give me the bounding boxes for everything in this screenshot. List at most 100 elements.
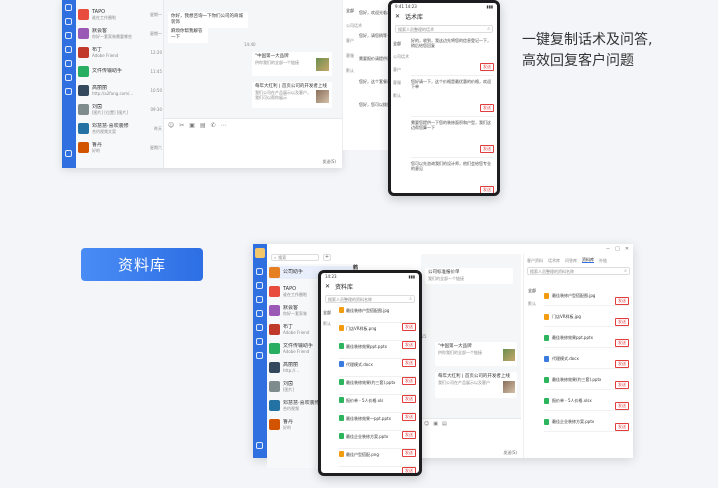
send-button[interactable]: 发送 <box>615 423 629 431</box>
send-button[interactable]: 发送 <box>615 297 629 305</box>
calendar-icon[interactable] <box>256 310 263 317</box>
link-card[interactable]: 每年大红利 | 首页公司的开发者上线 我们公司在产品展示以及客户，我们可以帮你展… <box>252 82 332 108</box>
resource-group[interactable]: 默认 <box>528 301 536 306</box>
send-button[interactable]: 发送 <box>402 413 416 421</box>
send-button[interactable]: 发送 <box>402 431 416 439</box>
link-card[interactable]: 每年大红利 | 首页公司的开发者上线 我们公司在产品展示以及客户 <box>435 372 517 398</box>
search-icon[interactable]: ⌕ <box>487 26 490 32</box>
send-button[interactable]: 发送 <box>402 377 416 385</box>
quick-reply-item[interactable]: 您好，欢迎光临本店，有什么可以帮您？ <box>359 10 391 15</box>
image-icon[interactable]: ▣ <box>189 122 195 129</box>
quick-reply-item[interactable]: 您好，这个套餐已经是最优惠的价格了 <box>359 79 391 84</box>
resource-tab[interactable]: 话术库 <box>548 258 560 263</box>
folder-icon[interactable] <box>256 324 263 331</box>
list-item[interactable]: 文件传输助手 11:45 <box>78 65 162 78</box>
more-icon[interactable]: ⋯ <box>221 122 227 129</box>
contacts-icon[interactable] <box>256 282 263 289</box>
search-icon[interactable]: ⌕ <box>624 268 627 274</box>
close-icon[interactable]: ✕ <box>625 246 629 252</box>
user-avatar[interactable] <box>255 248 265 258</box>
list-item[interactable]: 刘茵 [图片] [位置] [图片] 09:30 <box>78 103 162 116</box>
emoji-icon[interactable]: ☺ <box>424 421 429 427</box>
send-button[interactable]: 发送 <box>402 467 416 473</box>
send-button[interactable]: 发送 <box>615 339 629 347</box>
maximize-icon[interactable]: □ <box>615 246 620 252</box>
send-button[interactable]: 发送 <box>615 381 629 389</box>
phone-group-item[interactable]: 全部 <box>321 307 339 318</box>
send-button[interactable]: 发送 <box>615 360 629 368</box>
phone-group-item[interactable]: 客服 <box>391 76 411 89</box>
list-item[interactable]: 布丁 Adobe Friend 12:20 <box>78 46 162 59</box>
resource-tab[interactable]: 客户资料 <box>527 258 543 263</box>
search-icon[interactable]: ⌕ <box>409 296 412 302</box>
chat-icon[interactable] <box>65 4 72 11</box>
emoji-icon[interactable]: ☺ <box>168 122 174 129</box>
chat-message[interactable]: 公司标准报价单 我们的全部一个链接 <box>425 268 513 284</box>
send-button[interactable]: 发送(S) <box>503 450 517 455</box>
resource-file-row[interactable]: 门店VR样板.jpg 发送 <box>544 307 629 327</box>
scissors-icon[interactable]: ✂ <box>179 122 184 129</box>
close-icon[interactable]: ✕ <box>325 283 330 290</box>
phone-script-item[interactable]: 您好请一下，这个价格是最优惠的价格，欢迎下单 发送 <box>411 76 494 117</box>
phone-file-item[interactable]: 最佳装修户型搭配图.jpg 发送 <box>339 305 416 331</box>
resource-tab[interactable]: 问答库 <box>565 258 577 263</box>
search-input[interactable]: 搜索人员整理的话术 ⌕ <box>395 25 493 33</box>
menu-icon[interactable] <box>256 442 263 449</box>
resource-group[interactable]: 全部 <box>528 288 536 293</box>
calendar-icon[interactable] <box>65 46 72 53</box>
link-card[interactable]: "中国第一大品牌 供你我们的全部一个链接 <box>252 52 332 76</box>
send-button[interactable]: 发送 <box>615 318 629 326</box>
globe-icon[interactable] <box>256 338 263 345</box>
file-icon[interactable]: ▤ <box>442 421 447 427</box>
quick-reply-item[interactable]: 您好，您可以拨打我们的热线电话 <box>359 102 391 107</box>
phone-group-item[interactable]: 默认 <box>321 318 339 329</box>
list-item[interactable]: TAPO 谁在工作圈啦 星期一 <box>78 8 162 21</box>
send-button[interactable]: 发送 <box>480 186 494 193</box>
star-icon[interactable] <box>65 88 72 95</box>
resource-search-input[interactable]: 搜索人员整理的资料名称 ⌕ <box>527 267 630 275</box>
resource-tab[interactable]: 外链 <box>599 258 607 263</box>
phone-script-item[interactable]: 需要您提供一下您的装修面积和户型，我们这边帮您算一下 发送 <box>411 117 494 158</box>
image-icon[interactable]: ▣ <box>433 421 438 427</box>
phone-script-item[interactable]: 好的，收到，我这边先将您的信息登记一下，稍后给您回复 发送 <box>411 35 494 76</box>
close-icon[interactable]: ✕ <box>395 13 400 20</box>
phone-group-item[interactable]: 默认 <box>391 89 411 102</box>
send-button[interactable]: 发送 <box>402 323 416 331</box>
resource-file-row[interactable]: 最佳装修效果(约三套).pptx 发送 <box>544 370 629 390</box>
resource-file-row[interactable]: 最佳装修户型搭配图.jpg 发送 <box>544 286 629 306</box>
quick-reply-item[interactable]: 需要报价请提供详细尺寸 <box>359 56 391 61</box>
message-input-area[interactable]: ☺ ▣ ▤ 发送(S) <box>421 418 521 458</box>
star-icon[interactable] <box>256 352 263 359</box>
resource-file-row[interactable]: 代理模式.docx 发送 <box>544 349 629 369</box>
send-button[interactable]: 发送 <box>480 63 494 71</box>
folder-icon[interactable] <box>65 60 72 67</box>
send-button[interactable]: 发送 <box>402 359 416 367</box>
phone-group-item[interactable]: 公司话术 <box>391 50 411 63</box>
search-input[interactable]: 搜索人员整理的资料名称 ⌕ <box>325 295 415 303</box>
resource-file-row[interactable]: 最佳企业装修方案.pptx 发送 <box>544 412 629 432</box>
chat-icon[interactable] <box>256 268 263 275</box>
list-item[interactable]: 鲁丹 好的 星期六 <box>78 141 162 154</box>
list-item[interactable]: 邓慧慧·喜欢装修 合约视频文案 昨天 <box>78 122 162 135</box>
quick-reply-item[interactable]: 您好，请您稍等一下 <box>359 33 391 38</box>
send-button[interactable]: 发送 <box>615 402 629 410</box>
phone-group-item[interactable]: 全部 <box>391 37 411 50</box>
list-item[interactable]: 默会客 你好一套家装需要哪些 星期一 <box>78 27 162 40</box>
minimize-icon[interactable]: − <box>606 246 610 252</box>
contact-search-input[interactable]: ⌕ 搜索 <box>271 254 319 261</box>
send-button[interactable]: 发送 <box>480 104 494 112</box>
menu-icon[interactable] <box>65 150 72 157</box>
link-card[interactable]: "中国第一大品牌 供你我们的全部一个链接 <box>435 342 517 366</box>
send-button[interactable]: 发送 <box>480 145 494 153</box>
send-button[interactable]: 发送 <box>402 449 416 457</box>
phone-group-item[interactable]: 客户 <box>391 63 411 76</box>
file-icon[interactable]: ▤ <box>200 122 206 129</box>
add-button[interactable]: + <box>323 254 331 261</box>
resource-file-row[interactable]: 最佳装修效果ppt.pptx 发送 <box>544 328 629 348</box>
resource-file-row[interactable]: 报价单 - 5人价格.xlsx 发送 <box>544 391 629 411</box>
globe-icon[interactable] <box>65 74 72 81</box>
grid-icon[interactable] <box>65 32 72 39</box>
send-button[interactable]: 发送(S) <box>322 159 336 164</box>
send-button[interactable]: 发送 <box>402 395 416 403</box>
message-input-area[interactable]: ☺ ✂ ▣ ▤ ✆ ⋯ 发送(S) <box>164 118 342 168</box>
